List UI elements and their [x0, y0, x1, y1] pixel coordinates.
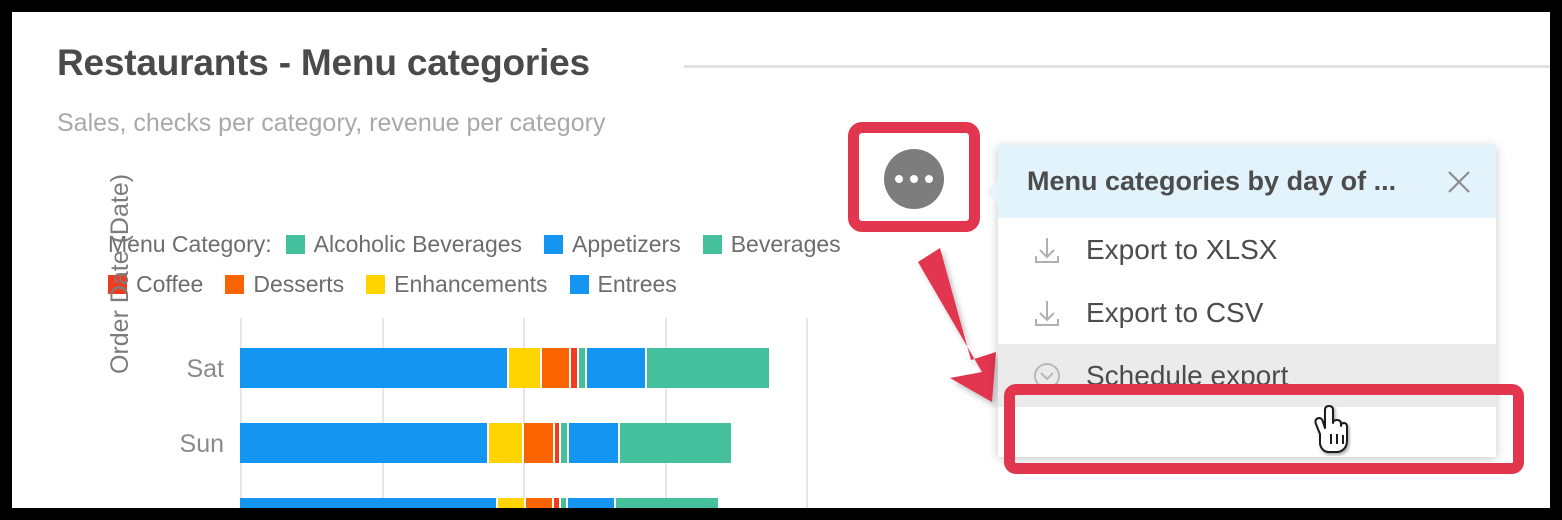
bar-segment[interactable]: [586, 348, 647, 388]
bar-segment[interactable]: [489, 423, 525, 463]
menu-item-label: Export to XLSX: [1086, 233, 1278, 265]
legend-item-entrees[interactable]: Entrees: [569, 270, 677, 298]
bar-segment[interactable]: [571, 348, 579, 388]
page-title: Restaurants - Menu categories: [57, 42, 590, 83]
bar-segment[interactable]: [560, 498, 569, 508]
kebab-menu-button[interactable]: [884, 149, 944, 209]
bar-segment[interactable]: [525, 498, 555, 508]
export-popup-menu: Menu categories by day of ... Export to …: [987, 145, 1496, 457]
stacked-bar[interactable]: [240, 348, 769, 388]
legend-row: Menu Category: Alcoholic Beverages Appet…: [108, 224, 898, 264]
close-icon[interactable]: [1442, 165, 1476, 199]
menu-item-export-csv[interactable]: Export to CSV: [998, 281, 1496, 344]
kebab-dot-icon: [925, 175, 933, 183]
legend-item-alcoholic-beverages[interactable]: Alcoholic Beverages: [285, 230, 523, 258]
legend-swatch-icon: [544, 234, 564, 254]
y-axis-tick-label: Sun: [179, 430, 224, 458]
legend-item-label: Enhancements: [394, 270, 548, 297]
bar-segment[interactable]: [568, 498, 617, 508]
clock-icon: [1034, 362, 1060, 389]
legend-row: Coffee Desserts Enhancements Entrees: [108, 264, 898, 304]
legend-item-label: Entrees: [597, 270, 677, 297]
bar-segment[interactable]: [541, 348, 572, 388]
chart-bar-row: Sun: [180, 423, 808, 463]
bar-segment[interactable]: [508, 348, 542, 388]
download-icon: [1035, 237, 1059, 263]
legend-swatch-icon: [285, 234, 305, 254]
y-axis-title: Order Date (Date): [106, 173, 134, 374]
legend-swatch-icon: [569, 274, 589, 294]
legend-item-desserts[interactable]: Desserts: [225, 271, 344, 298]
menu-item-schedule-export[interactable]: Schedule export: [998, 344, 1496, 407]
popup-title: Menu categories by day of ...: [1027, 166, 1397, 196]
bar-segment[interactable]: [554, 498, 561, 508]
bar-segment[interactable]: [620, 423, 731, 463]
legend-item-label: Coffee: [136, 270, 204, 297]
bar-segment[interactable]: [240, 423, 490, 463]
stacked-bar[interactable]: [240, 423, 731, 463]
chart-gridline: [806, 318, 808, 508]
legend-item-label: Alcoholic Beverages: [313, 230, 523, 257]
legend-item-beverages[interactable]: Beverages: [702, 230, 841, 258]
menu-item-label: Export to CSV: [1086, 296, 1264, 328]
bar-segment[interactable]: [240, 348, 509, 388]
menu-bottom-spacer: [998, 407, 1496, 427]
chart-gridline: [664, 318, 667, 508]
y-axis-tick-label: Sat: [186, 355, 224, 383]
popup-caret-icon: [987, 181, 998, 203]
legend-item-appetizers[interactable]: Appetizers: [544, 231, 681, 258]
stacked-bar-chart: Order Date (Date) Sat Sun Fri: [106, 174, 808, 508]
legend-item-label: Beverages: [730, 230, 841, 257]
chart-bar-row: Sat: [186, 348, 808, 388]
chart-legend: Menu Category: Alcoholic Beverages Appet…: [108, 224, 898, 304]
chart-plot-area: Sat Sun Fri: [180, 318, 808, 508]
popup-header: Menu categories by day of ...: [998, 145, 1496, 218]
legend-swatch-icon: [225, 274, 245, 294]
bar-segment[interactable]: [616, 498, 719, 508]
dashboard-canvas: Restaurants - Menu categories Sales, che…: [12, 12, 1550, 508]
bar-segment[interactable]: [579, 348, 587, 388]
legend-item-enhancements[interactable]: Enhancements: [366, 270, 548, 298]
bar-segment[interactable]: [569, 423, 621, 463]
chart-gridline: [523, 318, 525, 508]
kebab-dot-icon: [910, 175, 918, 183]
y-axis-tick-label: Fri: [195, 505, 224, 508]
legend-swatch-icon: [366, 274, 386, 294]
legend-item-label: Desserts: [253, 270, 345, 297]
chart-gridline: [381, 318, 384, 508]
download-icon: [1035, 300, 1059, 326]
bar-segment[interactable]: [560, 423, 570, 463]
page-subtitle: Sales, checks per category, revenue per …: [57, 109, 606, 137]
stacked-bar[interactable]: [240, 498, 719, 508]
legend-swatch-icon: [702, 234, 722, 254]
menu-item-label: Schedule export: [1086, 359, 1289, 391]
menu-item-export-xlsx[interactable]: Export to XLSX: [998, 218, 1496, 281]
screenshot-frame: Restaurants - Menu categories Sales, che…: [0, 0, 1562, 520]
bar-segment[interactable]: [646, 348, 769, 388]
legend-item-label: Appetizers: [572, 230, 681, 257]
chart-bar-row: Fri: [195, 498, 808, 508]
bar-segment[interactable]: [524, 423, 556, 463]
bar-segment[interactable]: [497, 498, 526, 508]
bar-segment[interactable]: [240, 498, 498, 508]
chart-gridline: [240, 318, 242, 508]
title-divider: [684, 65, 1550, 68]
kebab-dot-icon: [895, 175, 903, 183]
